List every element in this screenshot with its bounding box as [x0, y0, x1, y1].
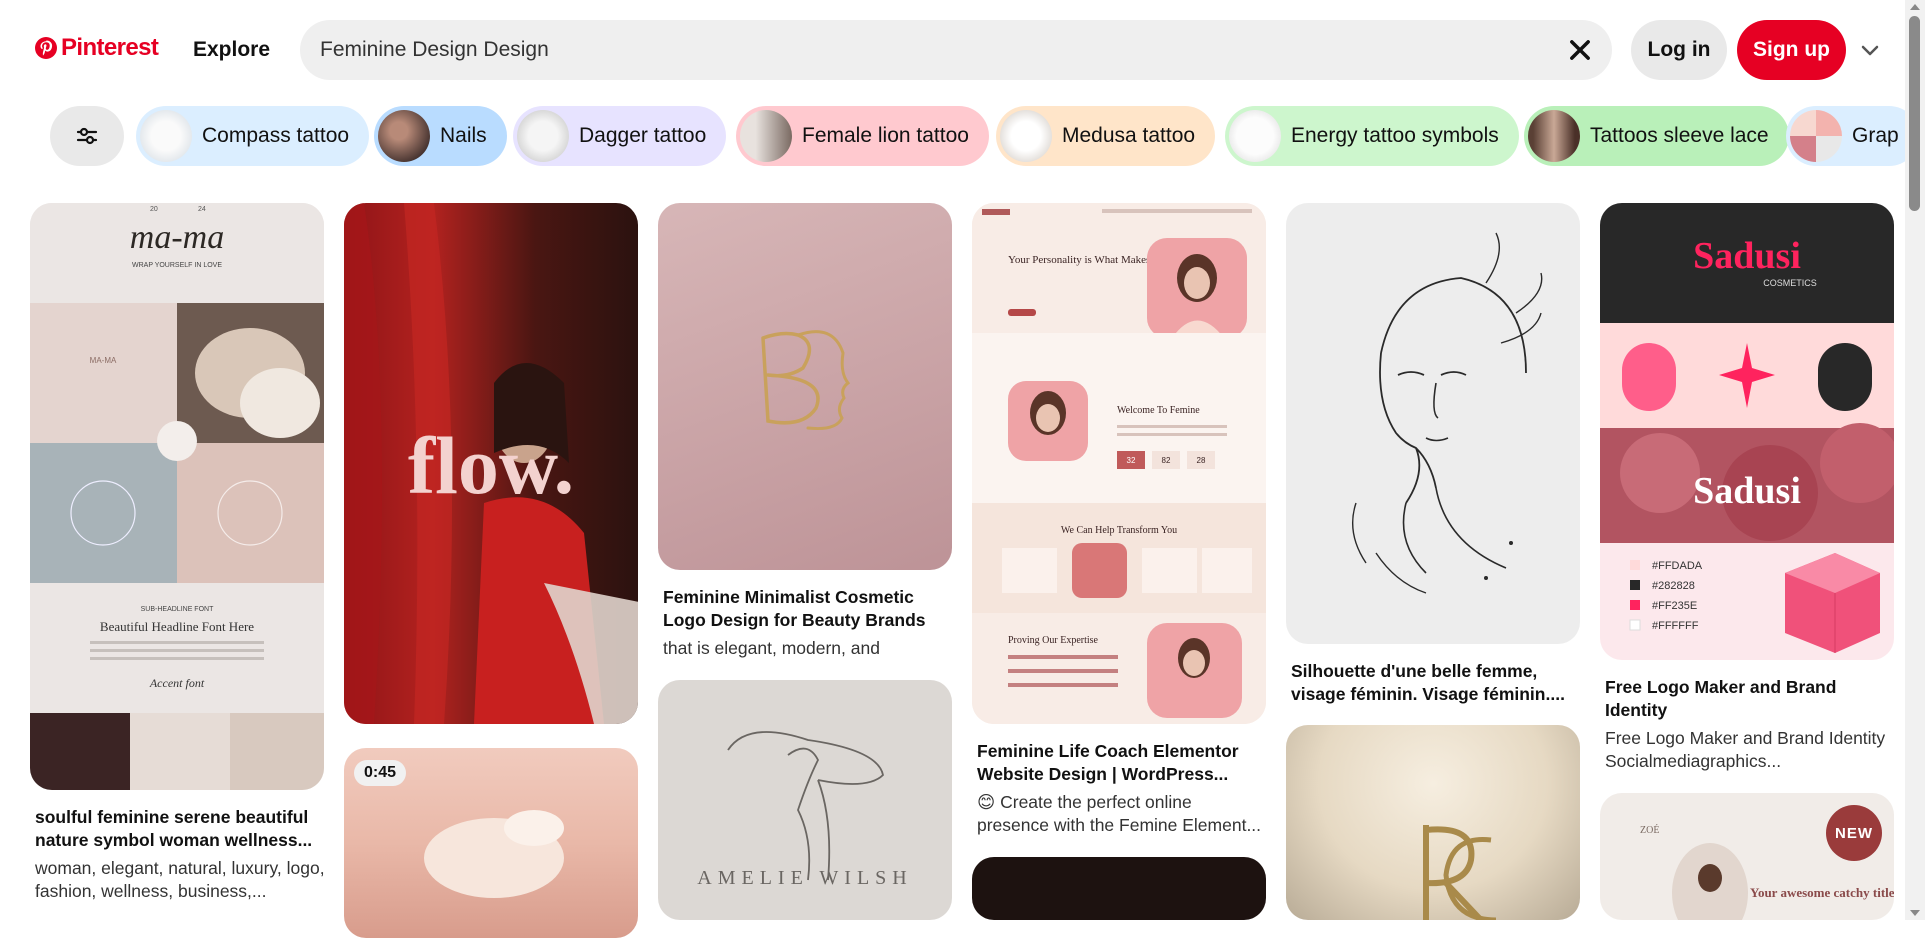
- mama-headline: Beautiful Headline Font Here: [100, 619, 254, 634]
- chip-label: Nails: [440, 124, 487, 147]
- explore-link[interactable]: Explore: [193, 38, 270, 62]
- chip-female-lion-tattoo[interactable]: Female lion tattoo: [736, 106, 989, 166]
- chip-thumbnail: [740, 110, 792, 162]
- pin-title[interactable]: Free Logo Maker and Brand Identity: [1605, 676, 1895, 722]
- search-bar: [300, 20, 1612, 80]
- pin-title[interactable]: Feminine Minimalist Cosmetic Logo Design…: [663, 586, 953, 632]
- femine-stat-1: 32: [1127, 456, 1136, 465]
- pin-image[interactable]: Your Personality is What Makes You Chara…: [972, 203, 1266, 724]
- sadusi-brand-title-2: Sadusi: [1693, 470, 1801, 512]
- pinterest-logo-icon: [35, 37, 57, 59]
- sadusi-color-3: #FF235E: [1652, 600, 1697, 612]
- mama-year-left: 20: [150, 206, 158, 213]
- chip-thumbnail: [1000, 110, 1052, 162]
- page-scrollbar[interactable]: [1905, 0, 1925, 920]
- chip-label: Dagger tattoo: [579, 124, 707, 147]
- chevron-down-icon[interactable]: [1858, 38, 1882, 62]
- chip-label: Compass tattoo: [202, 124, 350, 147]
- pinterest-logo-text: Pinterest: [61, 34, 159, 61]
- chip-thumbnail: [1229, 110, 1281, 162]
- chip-label: Grap: [1852, 124, 1899, 147]
- scroll-down-arrow-icon[interactable]: [1910, 910, 1920, 916]
- flow-brand-image: flow.: [344, 203, 638, 724]
- pin-description: woman, elegant, natural, luxury, logo, f…: [35, 858, 325, 901]
- chip-thumbnail: [378, 110, 430, 162]
- woman-face-line-art-image: [1351, 232, 1543, 594]
- pin-image[interactable]: AMELIE WILSH: [658, 680, 952, 920]
- chip-thumbnail: [140, 110, 192, 162]
- flow-word: flow.: [408, 420, 574, 511]
- rc-monogram-logo-image: [1423, 825, 1497, 920]
- femine-expertise-title: Proving Our Expertise: [1008, 635, 1099, 646]
- pin-image[interactable]: flow.: [344, 203, 638, 724]
- sadusi-brand-board-image: Sadusi COSMETICS Sadusi #FFDADA #282828 …: [1600, 203, 1894, 660]
- femine-stat-3: 28: [1197, 456, 1206, 465]
- mama-year-right: 24: [198, 206, 206, 213]
- chip-tattoos-sleeve-lace[interactable]: Tattoos sleeve lace: [1524, 106, 1789, 166]
- pin-image[interactable]: [1286, 725, 1580, 920]
- zoe-brand: ZOÉ: [1640, 824, 1659, 836]
- mama-tagline: WRAP YOURSELF IN LOVE: [132, 262, 222, 269]
- scroll-up-arrow-icon[interactable]: [1910, 4, 1920, 10]
- search-input[interactable]: [320, 20, 1520, 80]
- b-face-logo-image: [761, 330, 851, 430]
- filter-sliders-icon: [76, 127, 98, 145]
- chip-label: Energy tattoo symbols: [1291, 124, 1499, 147]
- chip-compass-tattoo[interactable]: Compass tattoo: [136, 106, 370, 166]
- chip-medusa-tattoo[interactable]: Medusa tattoo: [996, 106, 1216, 166]
- chip-thumbnail: [1790, 110, 1842, 162]
- mama-brand-board-image: 20 24 ma-ma WRAP YOURSELF IN LOVE MA-MA …: [30, 203, 324, 790]
- chip-thumbnail: [1528, 110, 1580, 162]
- pin-image[interactable]: Sadusi COSMETICS Sadusi #FFDADA #282828 …: [1600, 203, 1894, 660]
- pin-image[interactable]: [1286, 203, 1580, 644]
- new-badge: NEW: [1826, 805, 1882, 861]
- zoe-headline: Your awesome catchy title: [1750, 885, 1894, 900]
- pin-image[interactable]: [972, 857, 1266, 920]
- chip-graphic[interactable]: Grap: [1786, 106, 1905, 166]
- sadusi-subtitle: COSMETICS: [1763, 278, 1817, 288]
- sadusi-brand-title: Sadusi: [1693, 235, 1801, 277]
- pin-title[interactable]: Feminine Life Coach Elementor Website De…: [977, 740, 1267, 786]
- femine-welcome-title: Welcome To Femine: [1117, 405, 1200, 416]
- mama-badge-text: MA-MA: [90, 356, 117, 365]
- video-duration-badge: 0:45: [354, 760, 407, 786]
- sadusi-color-1: #FFDADA: [1652, 560, 1703, 572]
- mama-sub-headline: SUB-HEADLINE FONT: [141, 606, 214, 613]
- pin-description: that is elegant, modern, and: [663, 638, 880, 658]
- login-button[interactable]: Log in: [1631, 20, 1727, 80]
- pin-title[interactable]: soulful feminine serene beautiful nature…: [35, 806, 325, 852]
- chip-label: Female lion tattoo: [802, 124, 969, 147]
- chip-dagger-tattoo[interactable]: Dagger tattoo: [513, 106, 727, 166]
- scrollbar-thumb[interactable]: [1909, 16, 1920, 211]
- amelie-wilsh-logo-image: AMELIE WILSH: [697, 731, 913, 889]
- amelie-wilsh-name: AMELIE WILSH: [697, 867, 913, 889]
- chip-energy-tattoo-symbols[interactable]: Energy tattoo symbols: [1225, 106, 1519, 166]
- signup-button[interactable]: Sign up: [1737, 20, 1846, 80]
- clear-search-icon[interactable]: [1566, 36, 1594, 64]
- pin-image[interactable]: [658, 203, 952, 570]
- chip-thumbnail: [517, 110, 569, 162]
- pin-image[interactable]: 20 24 ma-ma WRAP YOURSELF IN LOVE MA-MA …: [30, 203, 324, 790]
- mama-accent-font: Accent font: [149, 676, 205, 690]
- femine-website-mockup-image: Your Personality is What Makes You Chara…: [972, 203, 1266, 724]
- pin-image[interactable]: 0:45: [344, 748, 638, 938]
- sadusi-color-2: #282828: [1652, 580, 1695, 592]
- pin-description: Free Logo Maker and Brand Identity Socia…: [1605, 728, 1886, 771]
- pin-description: 😊 Create the perfect online presence wit…: [977, 792, 1262, 835]
- mama-brand-title: ma-ma: [130, 219, 224, 256]
- chip-label: Medusa tattoo: [1062, 124, 1196, 147]
- pin-image[interactable]: ZOÉ Your awesome catchy title NEW: [1600, 793, 1894, 920]
- femine-stat-2: 82: [1162, 456, 1171, 465]
- sadusi-color-4: #FFFFFF: [1652, 620, 1699, 632]
- chip-label: Tattoos sleeve lace: [1590, 124, 1769, 147]
- pinterest-logo[interactable]: Pinterest: [34, 34, 159, 62]
- chip-nails[interactable]: Nails: [374, 106, 507, 166]
- filter-button[interactable]: [50, 106, 124, 166]
- related-search-chips: Compass tattoo Nails Dagger tattoo Femal…: [0, 106, 1905, 166]
- pin-title[interactable]: Silhouette d'une belle femme, visage fém…: [1291, 660, 1581, 706]
- top-header: Pinterest Explore Log in Sign up: [0, 0, 1925, 100]
- femine-help-title: We Can Help Transform You: [1061, 525, 1177, 536]
